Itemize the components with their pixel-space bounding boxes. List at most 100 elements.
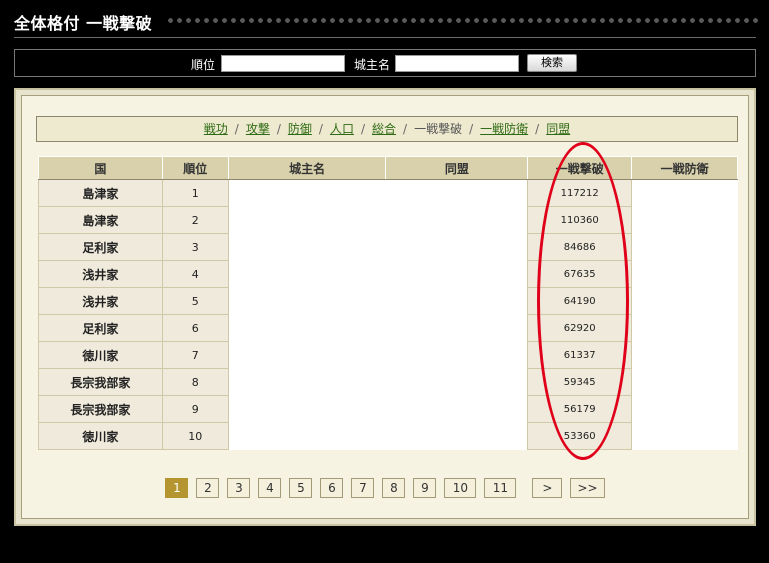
table-header-row: 国 順位 城主名 同盟 一戦撃破 一戦防衛 — [38, 156, 738, 180]
cell-alliance — [385, 341, 528, 369]
search-bar: 順位 城主名 検索 — [14, 49, 756, 77]
cell-alliance — [385, 314, 528, 342]
cell-lord — [228, 368, 386, 396]
tab-separator: / — [234, 122, 239, 136]
cell-lord — [228, 314, 386, 342]
tab-separator: / — [360, 122, 366, 136]
tab-7[interactable]: 同盟 — [546, 122, 570, 136]
tab-1[interactable]: 攻撃 — [246, 122, 270, 136]
cell-ikkou: 59345 — [527, 368, 633, 396]
header-ikkou: 一戦撃破 — [527, 156, 633, 180]
table-row: 島津家 2 110360 — [38, 206, 738, 234]
page-5-button[interactable]: 5 — [289, 478, 313, 498]
ranking-tabs: 戦功 / 攻撃 / 防御 / 人口 / 総合 / 一戦撃破 / 一戦防衛 / 同盟 — [36, 116, 738, 142]
cell-lord — [228, 260, 386, 288]
frame-corner-left — [0, 539, 14, 563]
table-row: 徳川家 7 61337 — [38, 341, 738, 369]
table-row: 足利家 6 62920 — [38, 314, 738, 342]
tab-separator: / — [276, 122, 281, 136]
cell-alliance — [385, 422, 528, 450]
cell-alliance — [385, 395, 528, 423]
tab-5: 一戦撃破 — [414, 122, 463, 136]
title-divider — [14, 37, 756, 38]
page-3-button[interactable]: 3 — [227, 478, 251, 498]
cell-lord — [228, 179, 386, 207]
cell-rank: 7 — [161, 341, 229, 369]
cell-rank: 9 — [161, 395, 229, 423]
lord-search-label: 城主名 — [354, 58, 391, 72]
table-row: 長宗我部家 8 59345 — [38, 368, 738, 396]
page-2-button[interactable]: 2 — [196, 478, 220, 498]
cell-lord — [228, 422, 386, 450]
cell-alliance — [385, 179, 528, 207]
last-page-button[interactable]: >> — [570, 478, 605, 498]
tab-4[interactable]: 総合 — [372, 122, 396, 136]
cell-kuni: 島津家 — [38, 179, 163, 207]
cell-rank: 4 — [161, 260, 229, 288]
tab-0[interactable]: 戦功 — [204, 122, 228, 136]
tab-2[interactable]: 防御 — [288, 122, 312, 136]
cell-ikkou: 61337 — [527, 341, 633, 369]
cell-rank: 1 — [161, 179, 229, 207]
page-4-button[interactable]: 4 — [258, 478, 282, 498]
ranking-panel: 戦功 / 攻撃 / 防御 / 人口 / 総合 / 一戦撃破 / 一戦防衛 / 同盟 国 順位 城主名 同盟 … — [14, 88, 756, 526]
cell-rank: 8 — [161, 368, 229, 396]
page-6-button[interactable]: 6 — [320, 478, 344, 498]
cell-ikkou: 117212 — [527, 179, 633, 207]
cell-kuni: 長宗我部家 — [38, 395, 163, 423]
lord-search-input[interactable] — [395, 55, 519, 72]
cell-bouei — [631, 260, 738, 288]
tab-separator: / — [318, 122, 323, 136]
cell-bouei — [631, 341, 738, 369]
tab-separator: / — [535, 122, 540, 136]
cell-bouei — [631, 233, 738, 261]
cell-bouei — [631, 206, 738, 234]
cell-kuni: 足利家 — [38, 233, 163, 261]
pagination: 1 2 3 4 5 6 7 8 9 10 11 > >> — [22, 478, 748, 498]
ranking-table: 国 順位 城主名 同盟 一戦撃破 一戦防衛 島津家 1 117212 島津家 2 1103… — [38, 156, 738, 450]
cell-bouei — [631, 179, 738, 207]
table-row: 長宗我部家 9 56179 — [38, 395, 738, 423]
page-7-button[interactable]: 7 — [351, 478, 375, 498]
page-1-button[interactable]: 1 — [165, 478, 189, 498]
header-kuni: 国 — [38, 156, 163, 180]
page-9-button[interactable]: 9 — [413, 478, 437, 498]
tab-3[interactable]: 人口 — [330, 122, 354, 136]
cell-rank: 5 — [161, 287, 229, 315]
cell-kuni: 島津家 — [38, 206, 163, 234]
cell-ikkou: 53360 — [527, 422, 633, 450]
cell-lord — [228, 206, 386, 234]
page-10-button[interactable]: 10 — [444, 478, 477, 498]
page-title: 全体格付 一戦撃破 — [14, 14, 153, 33]
search-button[interactable]: 検索 — [527, 54, 577, 72]
cell-alliance — [385, 233, 528, 261]
cell-kuni: 浅井家 — [38, 287, 163, 315]
rank-search-input[interactable] — [221, 55, 345, 72]
table-row: 島津家 1 117212 — [38, 179, 738, 207]
cell-kuni: 足利家 — [38, 314, 163, 342]
header-lord: 城主名 — [227, 156, 387, 180]
tab-6[interactable]: 一戦防衛 — [480, 122, 528, 136]
cell-bouei — [631, 368, 738, 396]
cell-alliance — [385, 260, 528, 288]
next-page-button[interactable]: > — [532, 478, 563, 498]
cell-lord — [228, 287, 386, 315]
title-decoration — [166, 14, 760, 28]
page-8-button[interactable]: 8 — [382, 478, 406, 498]
table-row: 足利家 3 84686 — [38, 233, 738, 261]
cell-bouei — [631, 395, 738, 423]
cell-alliance — [385, 368, 528, 396]
rank-search-label: 順位 — [191, 58, 216, 72]
cell-bouei — [631, 314, 738, 342]
table-row: 徳川家 10 53360 — [38, 422, 738, 450]
page-11-button[interactable]: 11 — [484, 478, 517, 498]
cell-kuni: 長宗我部家 — [38, 368, 163, 396]
cell-alliance — [385, 206, 528, 234]
cell-lord — [228, 233, 386, 261]
cell-rank: 2 — [161, 206, 229, 234]
header-bouei: 一戦防衛 — [631, 156, 738, 180]
cell-ikkou: 67635 — [527, 260, 633, 288]
cell-rank: 10 — [161, 422, 229, 450]
cell-ikkou: 110360 — [527, 206, 633, 234]
tab-separator: / — [469, 122, 474, 136]
